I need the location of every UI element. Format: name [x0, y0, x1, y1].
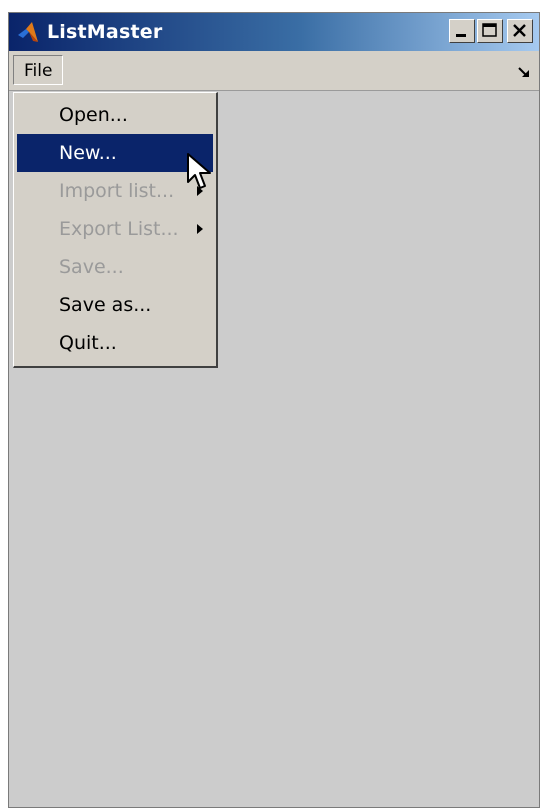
- menu-item-label: Open...: [59, 104, 128, 126]
- submenu-arrow-icon: [197, 224, 203, 234]
- menu-item-import-list[interactable]: Import list...: [17, 172, 213, 210]
- menu-item-quit[interactable]: Quit...: [17, 324, 213, 362]
- menu-item-label: Import list...: [59, 180, 175, 202]
- maximize-icon: [482, 23, 497, 37]
- menu-item-save[interactable]: Save...: [17, 248, 213, 286]
- window-title: ListMaster: [47, 21, 163, 43]
- menu-item-export-list[interactable]: Export List...: [17, 210, 213, 248]
- menu-item-label: Save as...: [59, 294, 152, 316]
- file-dropdown-menu: Open... New... Import list... Export Lis…: [13, 92, 218, 368]
- menu-bar: File: [9, 51, 539, 91]
- listmaster-window: ListMaster File Open... New... Import li…: [8, 12, 540, 808]
- menu-item-label: Save...: [59, 256, 124, 278]
- dock-arrow-icon[interactable]: [517, 65, 531, 79]
- close-button[interactable]: [507, 19, 533, 43]
- menu-item-open[interactable]: Open...: [17, 96, 213, 134]
- minimize-icon: [456, 34, 466, 37]
- menu-item-save-as[interactable]: Save as...: [17, 286, 213, 324]
- menu-item-label: Export List...: [59, 218, 179, 240]
- maximize-button[interactable]: [477, 19, 503, 43]
- menu-item-new[interactable]: New...: [17, 134, 213, 172]
- close-icon: [513, 24, 526, 37]
- menu-item-label: New...: [59, 142, 117, 164]
- mouse-pointer-icon: [187, 153, 211, 189]
- matlab-logo-icon: [18, 22, 38, 42]
- file-menu[interactable]: File: [13, 55, 64, 85]
- title-bar[interactable]: ListMaster: [9, 13, 539, 51]
- menu-item-label: Quit...: [59, 332, 117, 354]
- minimize-button[interactable]: [449, 19, 475, 43]
